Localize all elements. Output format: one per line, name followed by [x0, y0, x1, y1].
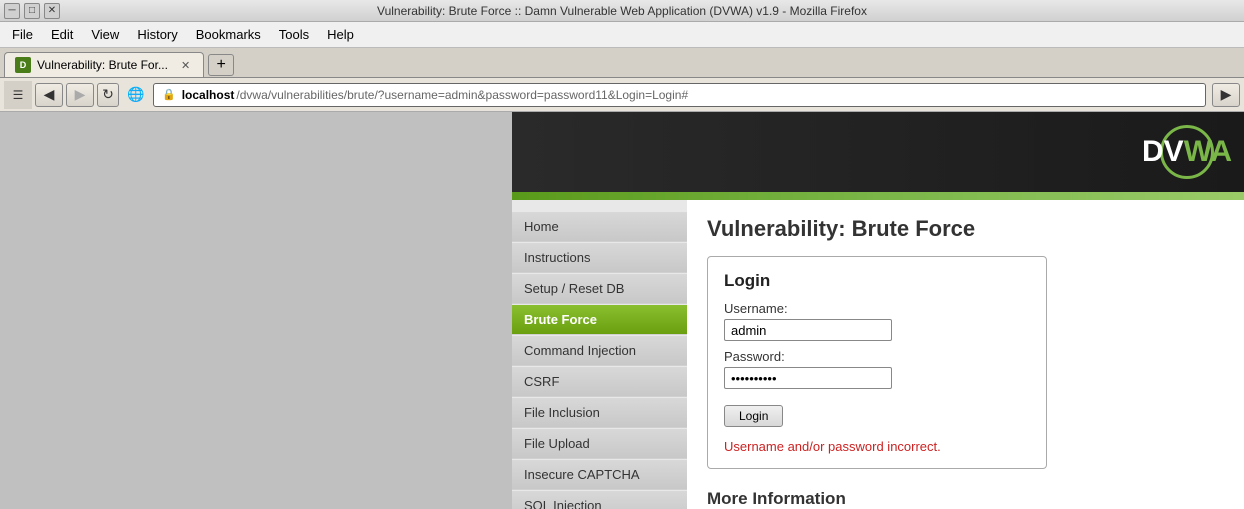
- sidebar-item-brute-force[interactable]: Brute Force: [512, 305, 687, 335]
- sidebar-item-file-inclusion[interactable]: File Inclusion: [512, 398, 687, 428]
- username-group: Username:: [724, 301, 1030, 341]
- minimize-button[interactable]: ─: [4, 3, 20, 19]
- dvwa-app: DVWA Home Instructions Setup / Reset DB …: [512, 112, 1244, 509]
- sidebar-item-home[interactable]: Home: [512, 212, 687, 242]
- menu-view[interactable]: View: [83, 25, 127, 44]
- menu-help[interactable]: Help: [319, 25, 362, 44]
- window-titlebar: ─ □ ✕ Vulnerability: Brute Force :: Damn…: [0, 0, 1244, 22]
- personal-menu-button[interactable]: ☰: [4, 81, 32, 109]
- nav-search-button[interactable]: ▶: [1212, 83, 1240, 107]
- dvwa-content: Vulnerability: Brute Force Login Usernam…: [687, 200, 1244, 509]
- username-input[interactable]: [724, 319, 892, 341]
- dvwa-main: Home Instructions Setup / Reset DB Brute…: [512, 200, 1244, 509]
- error-message: Username and/or password incorrect.: [724, 439, 1030, 454]
- password-label: Password:: [724, 349, 1030, 364]
- close-button[interactable]: ✕: [44, 3, 60, 19]
- url-text: 🔒 localhost/dvwa/vulnerabilities/brute/?…: [162, 88, 688, 102]
- window-title: Vulnerability: Brute Force :: Damn Vulne…: [377, 4, 867, 18]
- reload-button[interactable]: ↻: [97, 83, 119, 107]
- tab-bar: D Vulnerability: Brute For... ✕ +: [0, 48, 1244, 78]
- tab-favicon: D: [15, 57, 31, 73]
- more-info-title: More Information: [707, 489, 1224, 509]
- password-group: Password:: [724, 349, 1030, 389]
- nav-bar: ☰ ◀ ▶ ↻ 🌐 🔒 localhost/dvwa/vulnerabiliti…: [0, 78, 1244, 112]
- url-bar[interactable]: 🔒 localhost/dvwa/vulnerabilities/brute/?…: [153, 83, 1206, 107]
- url-path: /dvwa/vulnerabilities/brute/?username=ad…: [236, 88, 688, 102]
- menu-history[interactable]: History: [129, 25, 185, 44]
- sidebar-item-insecure-captcha[interactable]: Insecure CAPTCHA: [512, 460, 687, 490]
- left-panel: [0, 112, 512, 509]
- sidebar-item-setup[interactable]: Setup / Reset DB: [512, 274, 687, 304]
- menu-file[interactable]: File: [4, 25, 41, 44]
- password-input[interactable]: [724, 367, 892, 389]
- tab-title: Vulnerability: Brute For...: [37, 58, 168, 72]
- page-content: DVWA Home Instructions Setup / Reset DB …: [0, 112, 1244, 509]
- sidebar-item-instructions[interactable]: Instructions: [512, 243, 687, 273]
- forward-button[interactable]: ▶: [66, 83, 94, 107]
- menu-tools[interactable]: Tools: [271, 25, 317, 44]
- dvwa-header: DVWA: [512, 112, 1244, 192]
- tab-close-button[interactable]: ✕: [178, 58, 193, 73]
- login-title: Login: [724, 271, 1030, 291]
- browser-tab[interactable]: D Vulnerability: Brute For... ✕: [4, 52, 204, 77]
- page-title: Vulnerability: Brute Force: [707, 216, 1224, 242]
- menu-bar: File Edit View History Bookmarks Tools H…: [0, 22, 1244, 48]
- sidebar-item-csrf[interactable]: CSRF: [512, 367, 687, 397]
- window-controls: ─ □ ✕: [4, 3, 60, 19]
- new-tab-button[interactable]: +: [208, 54, 234, 76]
- sidebar-item-sql-injection[interactable]: SQL Injection: [512, 491, 687, 509]
- dvwa-sidebar: Home Instructions Setup / Reset DB Brute…: [512, 200, 687, 509]
- header-stripe: [512, 192, 1244, 200]
- login-box: Login Username: Password: Login Username…: [707, 256, 1047, 469]
- url-host: localhost: [182, 88, 235, 102]
- globe-icon: 🌐: [122, 83, 150, 107]
- username-label: Username:: [724, 301, 1030, 316]
- sidebar-item-command-injection[interactable]: Command Injection: [512, 336, 687, 366]
- maximize-button[interactable]: □: [24, 3, 40, 19]
- sidebar-item-file-upload[interactable]: File Upload: [512, 429, 687, 459]
- menu-edit[interactable]: Edit: [43, 25, 81, 44]
- login-button[interactable]: Login: [724, 405, 783, 427]
- back-button[interactable]: ◀: [35, 83, 63, 107]
- dvwa-logo-circle: DVWA: [1160, 125, 1214, 179]
- dvwa-logo: DVWA: [1156, 125, 1214, 179]
- dvwa-logo-text: DVWA: [1142, 135, 1232, 169]
- menu-bookmarks[interactable]: Bookmarks: [188, 25, 269, 44]
- url-lock-icon: 🔒: [162, 88, 176, 101]
